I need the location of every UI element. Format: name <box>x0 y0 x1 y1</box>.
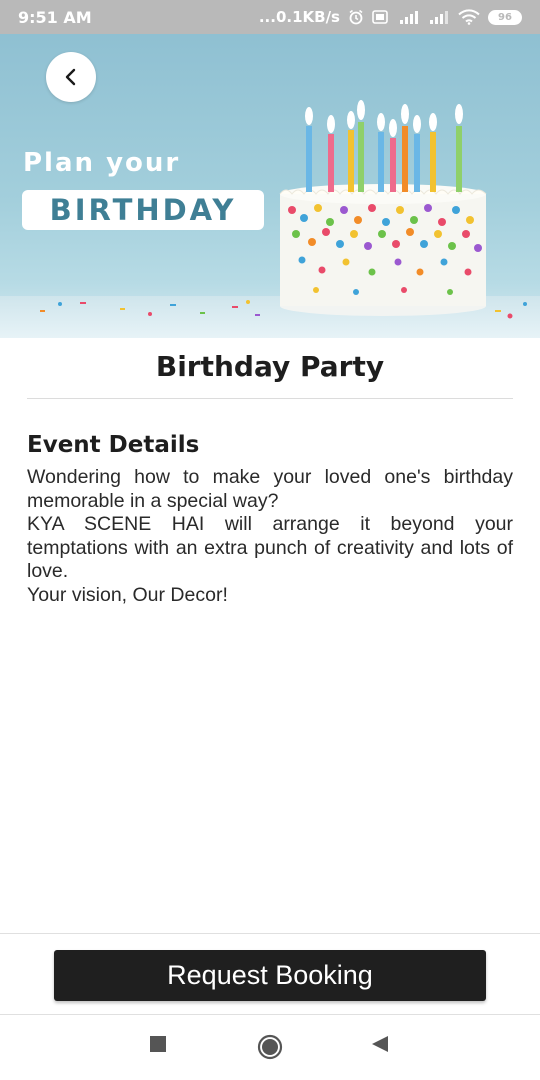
back-button[interactable] <box>46 52 96 102</box>
network-speed: ...0.1KB/s <box>258 8 340 26</box>
request-booking-button[interactable]: Request Booking <box>54 950 486 1001</box>
event-paragraph: Wondering how to make your loved one's b… <box>27 466 513 512</box>
volte-icon <box>372 9 388 25</box>
recents-button[interactable] <box>149 1035 167 1053</box>
system-nav-bar <box>0 1015 540 1080</box>
recents-icon <box>150 1036 166 1052</box>
home-icon <box>257 1034 283 1060</box>
event-paragraph: Your vision, Our Decor! <box>27 583 228 606</box>
status-icons: ...0.1KB/s 96 <box>259 8 522 26</box>
page-title: Birthday Party <box>155 350 385 383</box>
booking-footer: Request Booking <box>0 933 540 1015</box>
back-icon <box>372 1036 388 1052</box>
nav-back-button[interactable] <box>371 1035 389 1053</box>
banner-plan-text: Plan your <box>23 148 181 178</box>
battery-icon: 96 <box>488 9 522 25</box>
title-divider <box>27 398 513 399</box>
banner-birthday-label: BIRTHDAY <box>22 190 264 230</box>
event-paragraph: KYA SCENE HAI will arrange it beyond you… <box>27 513 513 583</box>
signal-4g-icon <box>396 9 420 25</box>
home-button[interactable] <box>257 1034 283 1060</box>
banner-image: Plan your BIRTHDAY <box>0 34 540 338</box>
alarm-icon <box>348 9 364 25</box>
back-arrow-icon <box>65 68 76 86</box>
event-details-heading: Event Details <box>27 432 200 458</box>
status-time: 9:51 AM <box>18 7 92 27</box>
signal-icon <box>428 9 450 25</box>
status-bar: 9:51 AM ...0.1KB/s 96 <box>0 0 540 34</box>
wifi-icon <box>458 9 480 25</box>
candles <box>305 100 463 192</box>
event-details-body: Wondering how to make your loved one's b… <box>27 466 513 608</box>
banner-birthday-text: BIRTHDAY <box>49 193 237 227</box>
